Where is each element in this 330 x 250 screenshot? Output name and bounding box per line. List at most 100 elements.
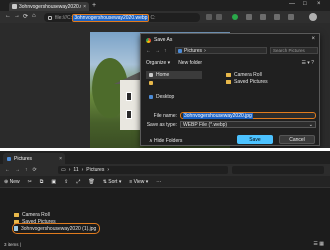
- folder-icon: [226, 79, 231, 84]
- forward-button[interactable]: →: [14, 13, 20, 19]
- nav-item-gallery[interactable]: [146, 79, 202, 87]
- more-button[interactable]: ···: [156, 179, 161, 185]
- list-item[interactable]: Camera Roll: [226, 71, 316, 78]
- file-scheme-icon: [48, 15, 52, 20]
- new-button[interactable]: ⊕ New: [4, 179, 20, 185]
- dialog-command-bar: Organize ▾ New folder: [146, 60, 202, 66]
- new-folder-button[interactable]: New folder: [178, 60, 202, 66]
- file-name-label: File name:: [153, 112, 177, 119]
- collections-icon[interactable]: [274, 14, 280, 20]
- nav-item-label: Desktop: [156, 94, 175, 100]
- url-suffix: C:: [150, 14, 156, 21]
- file-name-row: File name: 3ohnvogershouseway2020.jpg: [146, 112, 316, 119]
- path-segment[interactable]: 11: [73, 167, 78, 173]
- desktop-icon: [149, 95, 153, 99]
- folder-icon: [14, 219, 19, 224]
- explorer-address-bar[interactable]: ▭ › 11 › Pictures ›: [58, 166, 228, 174]
- sort-button[interactable]: ⇅ Sort ▾: [103, 179, 122, 185]
- maximize-button[interactable]: □: [303, 1, 307, 7]
- home-button[interactable]: ⌂: [32, 13, 36, 19]
- close-tab-icon[interactable]: ×: [59, 156, 62, 162]
- status-bar-count: 3 items |: [4, 242, 21, 247]
- save-button[interactable]: Save: [237, 135, 273, 144]
- url-prefix: file:///C:/: [55, 14, 74, 21]
- nav-item-home[interactable]: Home: [146, 71, 202, 79]
- new-tab-button[interactable]: +: [92, 2, 96, 9]
- explorer-titlebar: Pictures ×: [0, 151, 330, 164]
- search-input[interactable]: Search Pictures: [270, 47, 318, 54]
- chevron-right-icon: ›: [81, 167, 84, 173]
- save-type-value: WEBP File (*.webp): [183, 121, 228, 128]
- home-icon: [149, 73, 153, 77]
- file-name: Camera Roll: [22, 211, 50, 218]
- hide-folders-button[interactable]: ∧ Hide Folders: [149, 138, 182, 144]
- rename-icon[interactable]: ⤢: [76, 179, 80, 185]
- cancel-button[interactable]: Cancel: [279, 135, 315, 144]
- view-button[interactable]: ≡ View ▾: [129, 179, 148, 185]
- tab-title: 3ohnvogershouseway2020.web...: [19, 3, 81, 10]
- image-file-icon: [14, 226, 18, 231]
- explorer-search-input[interactable]: [232, 166, 324, 174]
- zoom-icon[interactable]: [206, 14, 212, 20]
- search-placeholder: Search Pictures: [273, 48, 305, 53]
- file-icon: [12, 4, 17, 9]
- url-filename[interactable]: 3ohnvogershouseway2020.webp: [71, 13, 150, 22]
- file-explorer-window: Pictures × ← → ↑ ⟳ ▭ › 11 › Pictures › ⊕…: [0, 151, 330, 250]
- close-window-button[interactable]: ×: [317, 1, 321, 7]
- dialog-file-list: Camera Roll Saved Pictures: [226, 71, 316, 85]
- file-name: Saved Pictures: [234, 78, 268, 85]
- paste-icon[interactable]: ▣: [51, 179, 56, 185]
- close-tab-icon[interactable]: ×: [83, 4, 86, 10]
- explorer-command-bar: ⊕ New ✂ ⧉ ▣ ⇪ ⤢ 🗑 ⇅ Sort ▾ ≡ View ▾ ···: [0, 176, 330, 188]
- list-item[interactable]: Saved Pictures: [14, 218, 98, 225]
- view-options-icon[interactable]: ☰ ▾ ?: [301, 60, 314, 66]
- organize-button[interactable]: Organize ▾: [146, 60, 170, 66]
- list-item[interactable]: Camera Roll: [14, 211, 98, 218]
- list-item-highlighted[interactable]: 3ohnvogershouseway2020 (1).jpg: [11, 223, 101, 234]
- save-as-dialog: Save As × ← → ↑ Pictures › Search Pictur…: [140, 33, 320, 146]
- nav-item-desktop[interactable]: Desktop: [146, 93, 202, 101]
- reload-button[interactable]: ⟳: [23, 13, 28, 20]
- browser-toolbar: ← → ⟳ ⌂ file:///C:/ 3ohnvogershouseway20…: [0, 11, 330, 23]
- back-button[interactable]: ←: [5, 13, 11, 19]
- up-arrow-icon[interactable]: ↑: [164, 48, 167, 54]
- breadcrumb[interactable]: Pictures ›: [175, 47, 267, 54]
- chevron-right-icon: ›: [107, 167, 110, 173]
- folder-icon: [226, 72, 231, 77]
- minimize-button[interactable]: —: [289, 1, 295, 7]
- save-type-row: Save as type: WEBP File (*.webp) ⌄: [146, 121, 316, 128]
- copy-icon[interactable]: ⧉: [40, 179, 44, 185]
- chevron-down-icon: ⌄: [308, 121, 313, 128]
- breadcrumb-pictures[interactable]: Pictures: [184, 48, 202, 54]
- delete-icon[interactable]: 🗑: [88, 179, 94, 185]
- back-button[interactable]: ←: [5, 167, 10, 173]
- forward-button[interactable]: →: [15, 167, 20, 173]
- share-icon[interactable]: ⇪: [64, 179, 68, 185]
- favorite-icon[interactable]: [216, 14, 222, 20]
- explorer-nav-bar: ← → ↑ ⟳ ▭ › 11 › Pictures ›: [0, 164, 330, 176]
- avatar[interactable]: [309, 13, 317, 21]
- chevron-right-icon: ›: [68, 167, 71, 173]
- downloads-icon[interactable]: [260, 14, 266, 20]
- list-item[interactable]: Saved Pictures: [226, 78, 316, 85]
- forward-arrow-icon[interactable]: →: [155, 48, 160, 54]
- extensions-icon[interactable]: [246, 14, 252, 20]
- explorer-tab[interactable]: Pictures ×: [3, 153, 65, 164]
- dialog-close-button[interactable]: ×: [311, 36, 315, 42]
- view-toggle-icons[interactable]: ☰ ▦: [313, 241, 324, 247]
- back-arrow-icon[interactable]: ←: [146, 48, 151, 54]
- cut-icon[interactable]: ✂: [28, 179, 32, 185]
- path-segment[interactable]: Pictures: [86, 167, 104, 173]
- extension-icon[interactable]: [232, 14, 238, 20]
- file-name-input[interactable]: 3ohnvogershouseway2020.jpg: [180, 112, 316, 119]
- up-button[interactable]: ↑: [25, 167, 28, 173]
- refresh-button[interactable]: ⟳: [33, 167, 37, 173]
- pictures-icon: [178, 48, 182, 53]
- pictures-icon: [7, 156, 11, 161]
- address-bar[interactable]: file:///C:/ 3ohnvogershouseway2020.webp …: [44, 13, 200, 22]
- browser-window: 3ohnvogershouseway2020.web... × + — □ × …: [0, 0, 330, 148]
- sidebar-icon[interactable]: [288, 14, 294, 20]
- monitor-icon: ▭: [61, 167, 66, 173]
- save-type-select[interactable]: WEBP File (*.webp) ⌄: [180, 121, 316, 128]
- browser-tab[interactable]: 3ohnvogershouseway2020.web... ×: [9, 2, 89, 11]
